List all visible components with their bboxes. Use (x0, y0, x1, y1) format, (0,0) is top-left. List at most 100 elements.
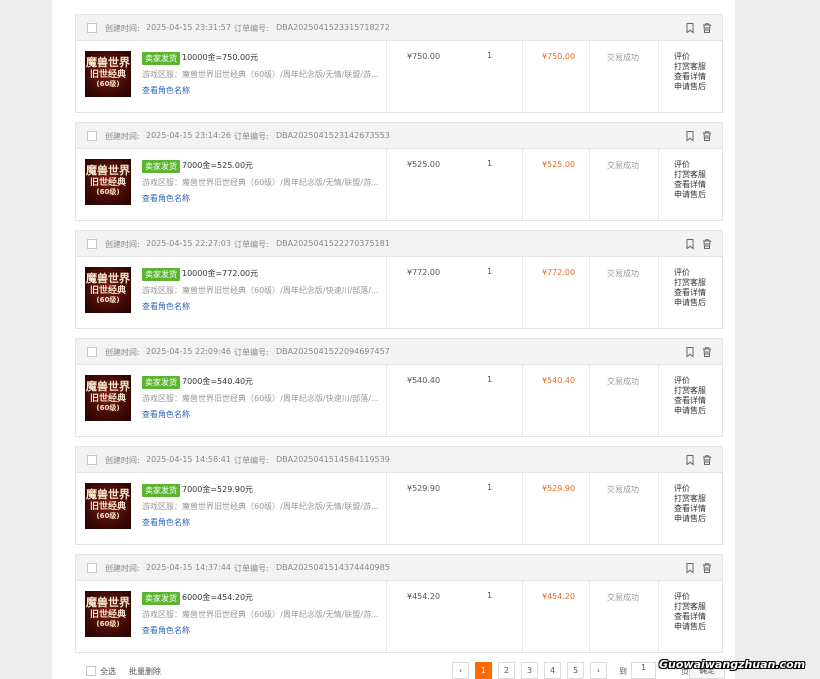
bookmark-icon[interactable] (684, 22, 696, 34)
view-detail-link[interactable]: 查看详情 (674, 504, 714, 514)
after-sale-link[interactable]: 申请售后 (674, 622, 714, 632)
thumb-line2: 旧世经典 (89, 609, 126, 620)
column-divider (522, 149, 523, 221)
page-button-3[interactable]: 3 (521, 662, 538, 679)
product-title[interactable]: 7000金=525.00元 (182, 160, 253, 171)
view-detail-link[interactable]: 查看详情 (674, 288, 714, 298)
view-role-link[interactable]: 查看角色名称 (142, 409, 190, 420)
view-role-link[interactable]: 查看角色名称 (142, 625, 190, 636)
column-divider (522, 365, 523, 437)
review-link[interactable]: 评价 (674, 160, 714, 170)
review-link[interactable]: 评价 (674, 268, 714, 278)
trash-icon[interactable] (701, 346, 713, 358)
product-thumbnail[interactable]: 魔兽世界 旧世经典 (60级) (85, 159, 131, 205)
order-actions: 评价 打赏客服 查看详情 申请售后 (674, 484, 714, 524)
review-link[interactable]: 评价 (674, 592, 714, 602)
page-button-1[interactable]: 1 (475, 662, 492, 679)
seller-ship-badge: 卖家发货 (142, 268, 180, 281)
product-desc: 游戏区服：魔兽世界旧世经典（60级）/周年纪念版/无情/联盟/游... (142, 610, 379, 619)
view-detail-link[interactable]: 查看详情 (674, 180, 714, 190)
select-all-label[interactable]: 全选 (100, 666, 116, 677)
product-title[interactable]: 6000金=454.20元 (182, 592, 253, 603)
created-time: 2025-04-15 22:27:03 (146, 239, 231, 248)
trash-icon[interactable] (701, 22, 713, 34)
after-sale-link[interactable]: 申请售后 (674, 406, 714, 416)
page-button-4[interactable]: 4 (544, 662, 561, 679)
column-divider (386, 365, 387, 437)
order-checkbox[interactable] (87, 563, 97, 573)
order-actions: 评价 打赏客服 查看详情 申请售后 (674, 376, 714, 416)
bookmark-icon[interactable] (684, 454, 696, 466)
trash-icon[interactable] (701, 130, 713, 142)
order-no-label: 订单编号: (234, 348, 269, 357)
contact-service-link[interactable]: 打赏客服 (674, 602, 714, 612)
product-title[interactable]: 7000金=529.90元 (182, 484, 253, 495)
product-thumbnail[interactable]: 魔兽世界 旧世经典 (60级) (85, 51, 131, 97)
page-button-2[interactable]: 2 (498, 662, 515, 679)
prev-page-button[interactable]: ‹ (452, 662, 469, 679)
view-role-link[interactable]: 查看角色名称 (142, 517, 190, 528)
view-role-link[interactable]: 查看角色名称 (142, 193, 190, 204)
product-thumbnail[interactable]: 魔兽世界 旧世经典 (60级) (85, 267, 131, 313)
view-detail-link[interactable]: 查看详情 (674, 72, 714, 82)
select-all-checkbox[interactable] (86, 666, 96, 676)
review-link[interactable]: 评价 (674, 376, 714, 386)
product-desc: 游戏区服：魔兽世界旧世经典（60级）/周年纪念版/无情/联盟/游... (142, 502, 379, 511)
order-actions: 评价 打赏客服 查看详情 申请售后 (674, 268, 714, 308)
product-title[interactable]: 10000金=750.00元 (182, 52, 258, 63)
thumb-line2: 旧世经典 (89, 69, 126, 80)
order-body: 魔兽世界 旧世经典 (60级) 卖家发货 6000金=454.20元 游戏区服：… (76, 581, 722, 653)
created-time: 2025-04-15 14:37:44 (146, 563, 231, 572)
bookmark-icon[interactable] (684, 562, 696, 574)
order-checkbox[interactable] (87, 23, 97, 33)
view-detail-link[interactable]: 查看详情 (674, 396, 714, 406)
order-status: 交易成功 (607, 269, 639, 278)
order-checkbox[interactable] (87, 347, 97, 357)
order-checkbox[interactable] (87, 239, 97, 249)
product-thumbnail[interactable]: 魔兽世界 旧世经典 (60级) (85, 591, 131, 637)
bookmark-icon[interactable] (684, 238, 696, 250)
product-title[interactable]: 7000金=540.40元 (182, 376, 253, 387)
order-no: DBA2025041514584119539 (276, 455, 390, 464)
thumb-line1: 魔兽世界 (86, 272, 130, 285)
unit-price: ¥772.00 (407, 268, 441, 277)
order-no-label: 订单编号: (234, 240, 269, 249)
view-detail-link[interactable]: 查看详情 (674, 612, 714, 622)
after-sale-link[interactable]: 申请售后 (674, 82, 714, 92)
contact-service-link[interactable]: 打赏客服 (674, 386, 714, 396)
bookmark-icon[interactable] (684, 130, 696, 142)
review-link[interactable]: 评价 (674, 52, 714, 62)
created-label: 创建时间: (105, 132, 140, 141)
contact-service-link[interactable]: 打赏客服 (674, 494, 714, 504)
thumb-line1: 魔兽世界 (86, 56, 130, 69)
created-time: 2025-04-15 23:31:57 (146, 23, 231, 32)
bookmark-icon[interactable] (684, 346, 696, 358)
goto-page-input[interactable]: 1 (631, 662, 656, 679)
after-sale-link[interactable]: 申请售后 (674, 298, 714, 308)
product-thumbnail[interactable]: 魔兽世界 旧世经典 (60级) (85, 375, 131, 421)
trash-icon[interactable] (701, 238, 713, 250)
contact-service-link[interactable]: 打赏客服 (674, 62, 714, 72)
after-sale-link[interactable]: 申请售后 (674, 190, 714, 200)
batch-delete-button[interactable]: 批量删除 (129, 666, 161, 677)
trash-icon[interactable] (701, 562, 713, 574)
contact-service-link[interactable]: 打赏客服 (674, 170, 714, 180)
order-status: 交易成功 (607, 161, 639, 170)
page-button-5[interactable]: 5 (567, 662, 584, 679)
after-sale-link[interactable]: 申请售后 (674, 514, 714, 524)
order-checkbox[interactable] (87, 131, 97, 141)
column-divider (386, 149, 387, 221)
column-divider (658, 473, 659, 545)
contact-service-link[interactable]: 打赏客服 (674, 278, 714, 288)
order-checkbox[interactable] (87, 455, 97, 465)
seller-ship-badge: 卖家发货 (142, 160, 180, 173)
product-title[interactable]: 10000金=772.00元 (182, 268, 258, 279)
view-role-link[interactable]: 查看角色名称 (142, 85, 190, 96)
trash-icon[interactable] (701, 454, 713, 466)
order-header: 创建时间: 2025-04-15 22:27:03 订单编号: DBA20250… (76, 231, 722, 257)
view-role-link[interactable]: 查看角色名称 (142, 301, 190, 312)
review-link[interactable]: 评价 (674, 484, 714, 494)
product-thumbnail[interactable]: 魔兽世界 旧世经典 (60级) (85, 483, 131, 529)
next-page-button[interactable]: › (590, 662, 607, 679)
product-desc: 游戏区服：魔兽世界旧世经典（60级）/周年纪念版/无情/联盟/游... (142, 70, 379, 79)
